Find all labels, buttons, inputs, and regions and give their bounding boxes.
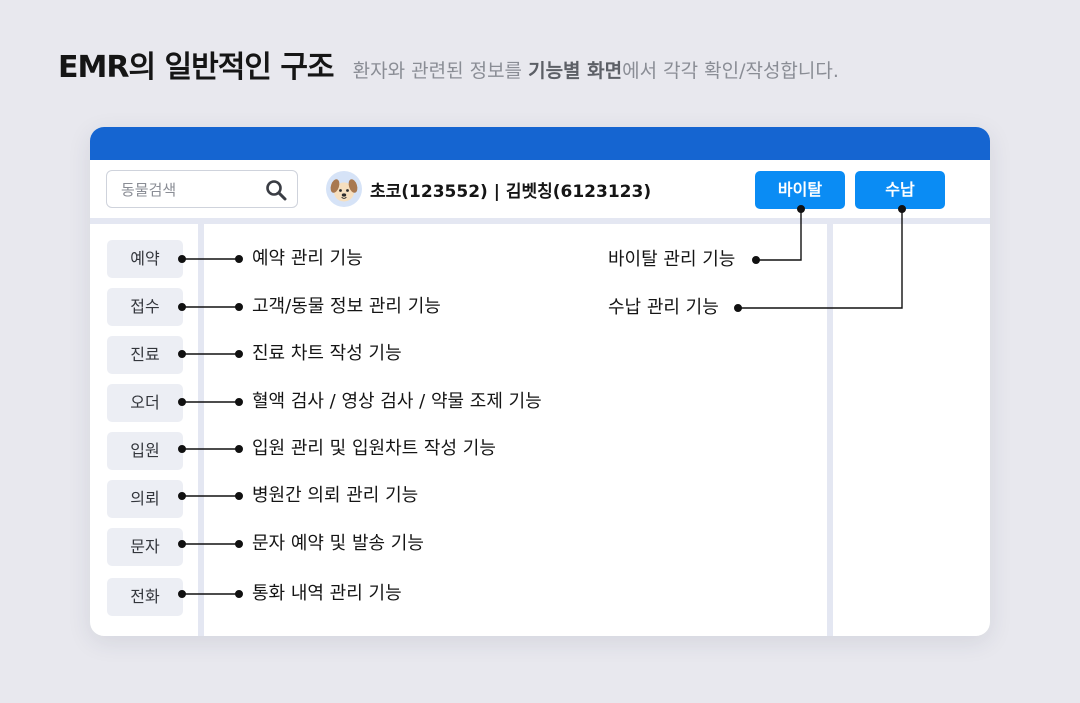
page-heading: EMR의 일반적인 구조 환자와 관련된 정보를 기능별 화면에서 각각 확인/… [58, 42, 839, 86]
page-title: EMR의 일반적인 구조 [58, 50, 335, 85]
function-label-reservation: 예약 관리 기능 [252, 248, 363, 269]
subtitle-part-2: 에서 각각 확인/작성합니다. [622, 60, 839, 82]
subtitle-emphasis: 기능별 화면 [528, 60, 623, 82]
emr-window: 초코(123552) | 김벳칭(6123123) 바이탈 수납 예약 접수 진… [90, 127, 990, 636]
function-label-sms: 문자 예약 및 발송 기능 [252, 533, 424, 554]
function-label-reception: 고객/동물 정보 관리 기능 [252, 296, 441, 317]
function-label-vital: 바이탈 관리 기능 [608, 249, 736, 270]
function-label-referral: 병원간 의뢰 관리 기능 [252, 485, 419, 506]
function-label-phone: 통화 내역 관리 기능 [252, 583, 402, 604]
page-subtitle: 환자와 관련된 정보를 기능별 화면에서 각각 확인/작성합니다. [353, 60, 839, 82]
function-label-hospitalization: 입원 관리 및 입원차트 작성 기능 [252, 438, 496, 459]
function-label-treatment: 진료 차트 작성 기능 [252, 343, 402, 364]
subtitle-part-1: 환자와 관련된 정보를 [352, 60, 529, 82]
connector-lines [177, 204, 907, 599]
function-label-payment: 수납 관리 기능 [608, 297, 719, 318]
function-label-order: 혈액 검사 / 영상 검사 / 약물 조제 기능 [252, 391, 542, 412]
